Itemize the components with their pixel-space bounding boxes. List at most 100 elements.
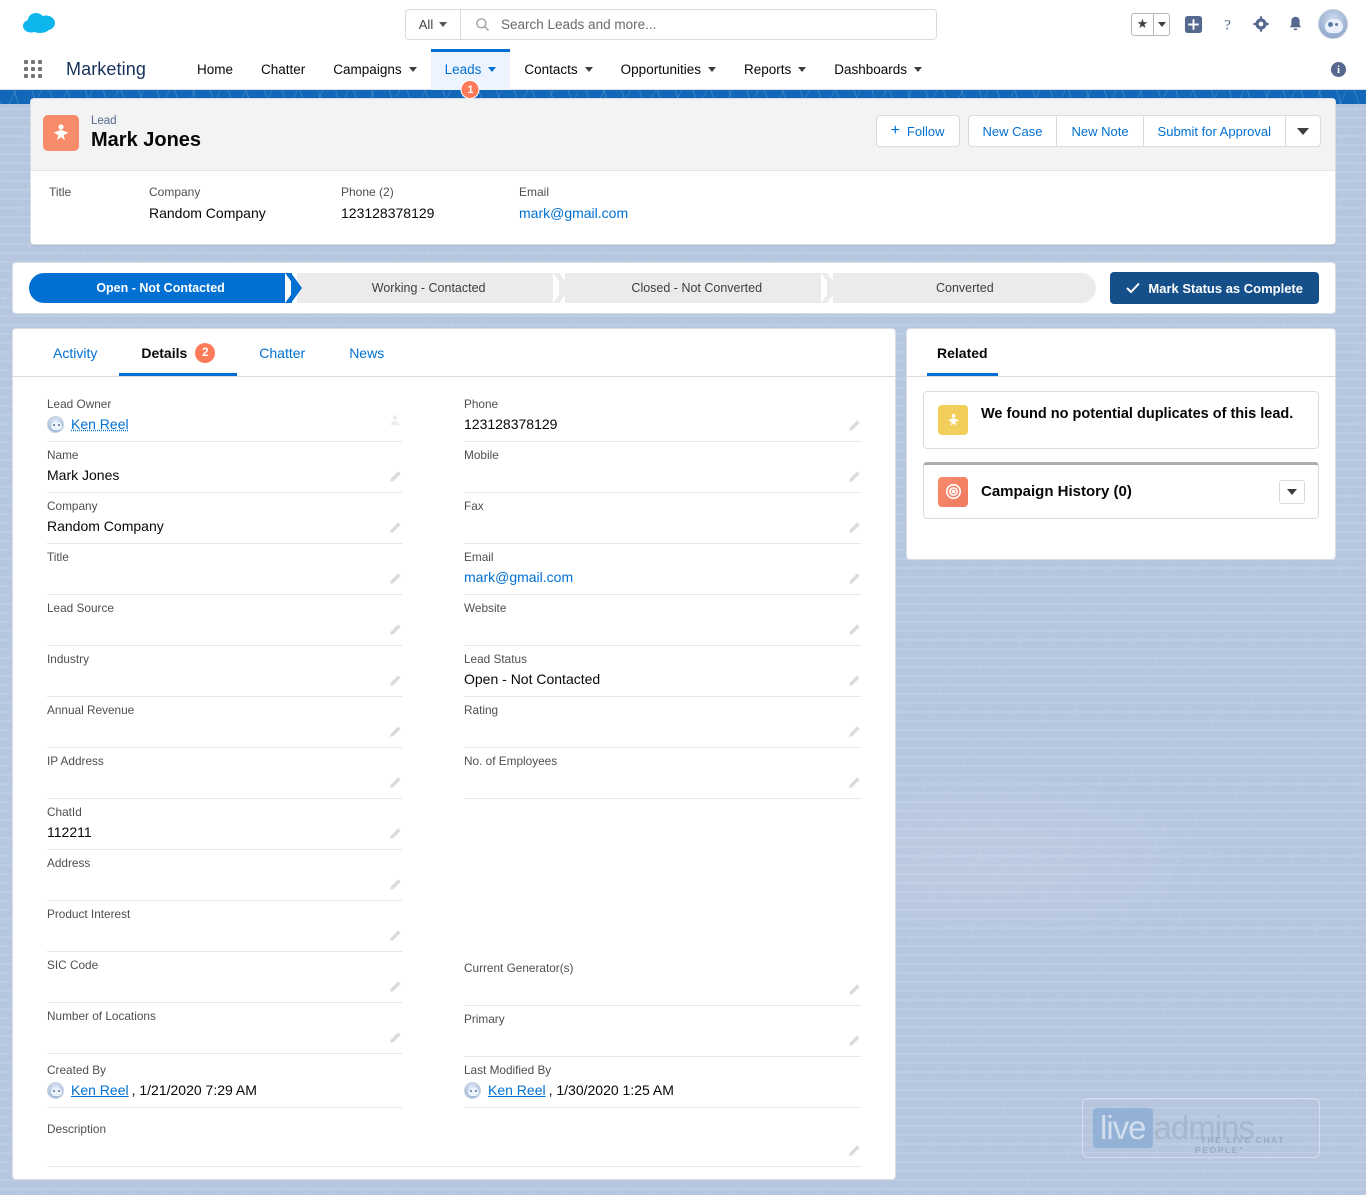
- app-name-label: Marketing: [66, 59, 146, 79]
- edit-pencil-icon[interactable]: [847, 470, 861, 484]
- edit-pencil-icon[interactable]: [388, 1031, 402, 1045]
- global-search[interactable]: All: [405, 9, 937, 40]
- field-lead-source: Lead Source: [47, 595, 402, 646]
- nav-item-badge: 1: [460, 80, 480, 99]
- edit-pencil-icon[interactable]: [847, 725, 861, 739]
- nav-item-opportunities[interactable]: Opportunities: [607, 49, 730, 90]
- edit-pencil-icon[interactable]: [847, 674, 861, 688]
- mark-status-complete-button[interactable]: Mark Status as Complete: [1110, 272, 1319, 304]
- created-by-user-link[interactable]: Ken Reel: [71, 1080, 129, 1101]
- field-value: [47, 1026, 402, 1047]
- field-label: No. of Employees: [464, 754, 558, 768]
- setup-gear-icon[interactable]: [1250, 13, 1272, 35]
- field-value: [47, 975, 402, 996]
- favorites-group[interactable]: ★: [1131, 12, 1170, 36]
- email-link[interactable]: mark@gmail.com: [519, 205, 628, 221]
- favorites-caret-icon[interactable]: [1153, 13, 1169, 35]
- nav-item-reports[interactable]: Reports: [730, 49, 820, 90]
- edit-pencil-icon[interactable]: [388, 827, 402, 841]
- nav-item-campaigns[interactable]: Campaigns: [319, 49, 430, 90]
- edit-pencil-icon[interactable]: [388, 929, 402, 943]
- edit-pencil-icon[interactable]: [388, 521, 402, 535]
- search-icon: [475, 17, 490, 32]
- user-avatar[interactable]: [1318, 9, 1348, 39]
- duplicate-lead-icon: [938, 405, 968, 435]
- tab-related[interactable]: Related: [927, 329, 998, 376]
- layout-spacer: [464, 799, 861, 955]
- edit-pencil-icon[interactable]: [388, 776, 402, 790]
- new-note-button[interactable]: New Note: [1057, 115, 1144, 147]
- lead-owner-link[interactable]: Ken Reel: [71, 414, 129, 435]
- search-input[interactable]: [499, 10, 936, 39]
- field-phone: Phone 123128378129: [464, 391, 861, 442]
- add-icon[interactable]: [1182, 13, 1204, 35]
- edit-pencil-icon[interactable]: [388, 470, 402, 484]
- chevron-down-icon: [1287, 488, 1297, 495]
- nav-item-leads[interactable]: Leads 1: [430, 49, 511, 99]
- follow-button[interactable]: + Follow: [875, 115, 960, 147]
- path-step-1[interactable]: Open - Not Contacted: [29, 273, 303, 303]
- more-actions-button[interactable]: [1286, 115, 1321, 147]
- related-body: We found no potential duplicates of this…: [907, 377, 1335, 533]
- edit-pencil-icon[interactable]: [847, 623, 861, 637]
- field-value: 112211: [47, 824, 92, 840]
- app-launcher-icon[interactable]: [24, 60, 46, 80]
- submit-for-approval-button[interactable]: Submit for Approval: [1143, 115, 1286, 147]
- field-label: Number of Locations: [47, 1009, 156, 1023]
- path-step-3[interactable]: Closed - Not Converted: [565, 273, 839, 303]
- edit-pencil-icon[interactable]: [388, 674, 402, 688]
- email-link[interactable]: mark@gmail.com: [464, 569, 573, 585]
- edit-pencil-icon[interactable]: [388, 725, 402, 739]
- nav-item-chatter[interactable]: Chatter: [247, 49, 319, 90]
- path-step-2[interactable]: Working - Contacted: [297, 273, 571, 303]
- field-value: 123128378129: [341, 205, 435, 221]
- field-value: [464, 1029, 861, 1050]
- nav-item-home[interactable]: Home: [183, 49, 247, 90]
- search-scope-dropdown[interactable]: All: [406, 10, 461, 39]
- help-icon[interactable]: ?: [1216, 13, 1238, 35]
- duplicate-message: We found no potential duplicates of this…: [981, 406, 1294, 422]
- description-block: Description: [13, 1108, 895, 1167]
- salesforce-cloud-logo[interactable]: [20, 8, 60, 40]
- field-mobile: Mobile: [464, 442, 861, 493]
- edit-pencil-icon[interactable]: [388, 980, 402, 994]
- campaign-history-card[interactable]: Campaign History (0): [923, 462, 1319, 519]
- field-value: [47, 720, 402, 741]
- nav-item-contacts[interactable]: Contacts: [510, 49, 606, 90]
- favorites-star-icon[interactable]: ★: [1132, 14, 1153, 35]
- tab-chatter[interactable]: Chatter: [237, 329, 327, 376]
- edit-pencil-icon[interactable]: [847, 419, 861, 433]
- header-icon-group: ★ ?: [1131, 9, 1348, 39]
- edit-pencil-icon[interactable]: [847, 521, 861, 535]
- tab-news[interactable]: News: [327, 329, 406, 376]
- field-description: Description: [47, 1116, 861, 1167]
- nav-item-dashboards[interactable]: Dashboards: [820, 49, 936, 90]
- edit-pencil-icon[interactable]: [388, 572, 402, 586]
- campaign-history-caret[interactable]: [1279, 479, 1305, 504]
- edit-pencil-icon[interactable]: [847, 983, 861, 997]
- info-icon[interactable]: i: [1331, 62, 1346, 77]
- field-label: Title: [47, 550, 69, 564]
- field-label: Current Generator(s): [464, 961, 574, 975]
- nav-item-label: Campaigns: [333, 62, 402, 77]
- new-case-button[interactable]: New Case: [967, 115, 1058, 147]
- field-value: [47, 771, 402, 792]
- record-action-button-group: New Case New Note Submit for Approval: [967, 115, 1321, 147]
- tab-details[interactable]: Details 2: [119, 329, 237, 376]
- edit-pencil-icon[interactable]: [388, 623, 402, 637]
- edit-pencil-icon[interactable]: [847, 1144, 861, 1158]
- edit-pencil-icon[interactable]: [847, 776, 861, 790]
- tab-activity[interactable]: Activity: [31, 329, 119, 376]
- edit-pencil-icon[interactable]: [388, 878, 402, 892]
- field-value: 123128378129: [464, 416, 558, 432]
- field-value: [47, 1139, 861, 1160]
- field-label: Annual Revenue: [47, 703, 135, 717]
- edit-pencil-icon[interactable]: [847, 572, 861, 586]
- field-value: mark@gmail.com: [519, 205, 628, 221]
- last-modified-by-user-link[interactable]: Ken Reel: [488, 1080, 546, 1101]
- notifications-bell-icon[interactable]: [1284, 13, 1306, 35]
- chevron-down-icon: [408, 67, 417, 72]
- path-step-4[interactable]: Converted: [833, 273, 1097, 303]
- edit-pencil-icon[interactable]: [847, 1034, 861, 1048]
- detail-left-column: Lead Owner Ken Reel Name Mark Jones Company R…: [47, 391, 454, 1057]
